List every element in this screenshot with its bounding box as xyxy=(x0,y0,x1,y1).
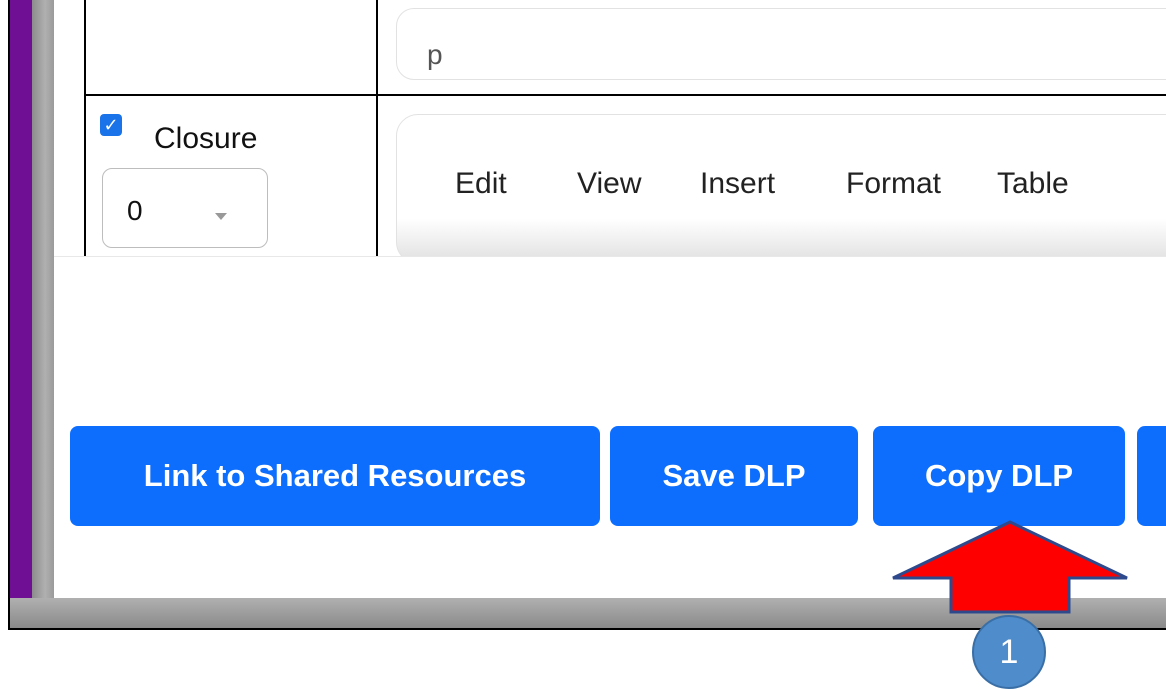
closure-label: Closure xyxy=(154,122,258,155)
link-to-shared-resources-button[interactable]: Link to Shared Resources xyxy=(70,426,600,526)
rich-text-editor[interactable]: Edit View Insert Format Table xyxy=(396,114,1166,264)
closure-select[interactable]: 0 xyxy=(102,168,268,248)
next-action-button-partial[interactable] xyxy=(1137,426,1166,526)
chevron-down-icon xyxy=(215,213,227,220)
editor-menu-table[interactable]: Table xyxy=(997,167,1069,201)
up-arrow-annotation-icon xyxy=(892,520,1128,614)
copy-dlp-button[interactable]: Copy DLP xyxy=(873,426,1125,526)
top-row-text-field[interactable]: p xyxy=(396,8,1166,80)
top-row-field-value: p xyxy=(427,39,443,70)
step-number-badge: 1 xyxy=(972,615,1046,689)
editor-menu-format[interactable]: Format xyxy=(846,167,941,201)
editor-menu-view[interactable]: View xyxy=(577,167,641,201)
editor-menu-edit[interactable]: Edit xyxy=(455,167,507,201)
sidebar-shadow-strip xyxy=(32,0,54,598)
editor-menu-insert[interactable]: Insert xyxy=(700,167,775,201)
closure-select-value: 0 xyxy=(127,195,143,226)
table-left-border xyxy=(84,0,86,256)
closure-checkbox[interactable]: ✓ xyxy=(100,114,122,136)
table-row-divider xyxy=(84,94,1166,96)
table-column-divider xyxy=(376,0,378,256)
sidebar-accent-strip xyxy=(10,0,32,598)
save-dlp-button[interactable]: Save DLP xyxy=(610,426,858,526)
form-table: p ✓ Closure 0 Edit View Insert Format Ta… xyxy=(54,0,1166,264)
